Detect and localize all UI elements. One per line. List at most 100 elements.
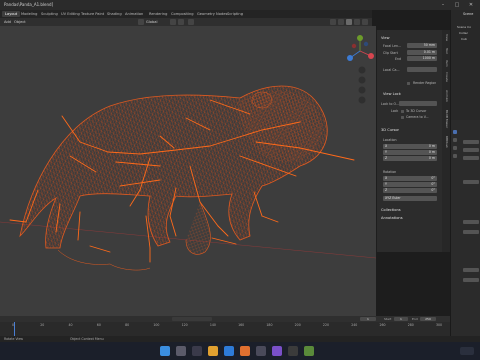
outliner-item-scene-collection[interactable]: Scene Co	[457, 25, 471, 29]
app-icon[interactable]	[256, 346, 266, 356]
minimize-icon[interactable]: –	[436, 1, 450, 9]
cursor-rotation-y[interactable]: Y 0°	[383, 182, 437, 187]
properties-tab-icon[interactable]	[453, 154, 457, 158]
location-z-axis: Z	[385, 156, 388, 160]
focal-length-field[interactable]: 50 mm	[407, 43, 437, 48]
to-3d-cursor-checkbox[interactable]	[401, 110, 404, 113]
property-field[interactable]	[463, 140, 479, 144]
panda-mesh[interactable]	[19, 85, 328, 271]
maximize-icon[interactable]: □	[450, 1, 464, 9]
timeline[interactable]: 0 20 40 60 80 100 120 140 160 180 200 220 240 260 280 3…	[0, 322, 450, 336]
annotations-header[interactable]: Annotations	[381, 216, 403, 220]
app-icon[interactable]	[272, 346, 282, 356]
workspace-tab-modeling[interactable]: Modeling	[18, 11, 40, 17]
cursor-location-z[interactable]: Z 0 m	[383, 156, 437, 161]
outliner-item-cube[interactable]: Cub	[461, 37, 467, 41]
navigation-gizmo[interactable]	[347, 35, 374, 61]
snap-icon[interactable]	[178, 19, 184, 25]
property-field[interactable]	[463, 180, 479, 184]
clip-end-field[interactable]: 1000 m	[407, 56, 437, 61]
cursor-location-y[interactable]: Y 0 m	[383, 150, 437, 155]
property-field[interactable]	[463, 156, 479, 160]
location-label: Location	[383, 138, 397, 142]
scene-selector[interactable]: Scene	[463, 12, 473, 16]
sidebar-tab-animlib[interactable]: AnimLib	[443, 90, 449, 102]
timeline-tick-label: 100	[153, 323, 160, 327]
app-icon[interactable]	[304, 346, 314, 356]
workspace-tab-rendering[interactable]: Rendering	[146, 11, 170, 17]
render-region-checkbox[interactable]	[407, 82, 410, 85]
solid-shading-icon[interactable]	[354, 19, 360, 25]
workspace-tab-texture-paint[interactable]: Texture Paint	[78, 11, 107, 17]
search-icon[interactable]	[176, 346, 186, 356]
overlay-icon[interactable]	[330, 19, 336, 25]
focal-length-label: Focal Len...	[383, 44, 402, 48]
3d-viewport[interactable]	[0, 26, 376, 316]
view-lock-header[interactable]: View Lock	[383, 92, 401, 96]
current-frame-field[interactable]: 1	[360, 317, 376, 321]
sidebar-tab-view[interactable]: View	[443, 34, 449, 41]
sidebar-tab-create[interactable]: Create	[443, 72, 449, 82]
edge-icon[interactable]	[224, 346, 234, 356]
properties-tab-icon[interactable]	[453, 146, 457, 150]
workspace-tab-compositing[interactable]: Compositing	[168, 11, 197, 17]
close-icon[interactable]: ✕	[464, 1, 478, 9]
viewport-nav-buttons[interactable]	[358, 66, 366, 104]
sidebar-tab-rbdlab[interactable]: RBDLab	[443, 136, 449, 148]
rotation-x-value: 0°	[431, 176, 435, 180]
timeline-tick-label: 80	[125, 323, 130, 327]
playback-controls[interactable]	[172, 317, 212, 321]
menu-add[interactable]: Add	[4, 19, 11, 25]
property-field[interactable]	[463, 268, 479, 272]
sidebar-tab-blob-maker[interactable]: BLOB Maker	[443, 110, 449, 128]
pivot-icon[interactable]	[170, 19, 176, 25]
property-field[interactable]	[463, 148, 479, 152]
system-tray-icon[interactable]	[460, 347, 474, 355]
blender-icon[interactable]	[240, 346, 250, 356]
sidebar-tab-item[interactable]: Item	[443, 60, 449, 67]
collections-header[interactable]: Collections	[381, 208, 401, 212]
local-camera-label: Local Ca...	[383, 68, 400, 72]
lock-to-object-field[interactable]	[399, 101, 437, 106]
task-view-icon[interactable]	[192, 346, 202, 356]
properties-tab-icon[interactable]	[453, 138, 457, 142]
playhead[interactable]	[14, 322, 15, 336]
outliner-item-collection[interactable]: Collec	[459, 31, 468, 35]
menu-object[interactable]: Object	[14, 19, 26, 25]
end-frame-field[interactable]: 250	[420, 317, 436, 321]
material-shading-icon[interactable]	[362, 19, 368, 25]
sidebar-tab-tool[interactable]: Tool	[443, 48, 449, 54]
camera-to-view-checkbox[interactable]	[401, 116, 404, 119]
location-x-value: 0 m	[428, 144, 435, 148]
rotation-mode-dropdown[interactable]: XYZ Euler	[383, 196, 437, 201]
clip-start-field[interactable]: 0.01 m	[407, 50, 437, 55]
local-camera-field[interactable]	[407, 67, 437, 72]
property-field[interactable]	[463, 220, 479, 224]
workspace-tab-scripting[interactable]: Scripting	[224, 11, 246, 17]
timeline-tick-label: 140	[209, 323, 216, 327]
transform-orientation-icon[interactable]	[138, 19, 144, 25]
workspace-tab-animation[interactable]: Animation	[122, 11, 146, 17]
timeline-tick-label: 60	[96, 323, 101, 327]
view-section-header[interactable]: View	[381, 36, 390, 40]
lock-label: Lock	[391, 109, 399, 113]
location-y-value: 0 m	[428, 150, 435, 154]
blender-window: Pandas\Panda_A1.blend] – □ ✕ Layout Model…	[0, 0, 480, 360]
orientation-dropdown[interactable]: Global	[146, 19, 157, 25]
timeline-tick-label: 300	[436, 323, 443, 327]
property-field[interactable]	[463, 278, 479, 282]
file-explorer-icon[interactable]	[208, 346, 218, 356]
3d-cursor-header[interactable]: 3D Cursor	[381, 128, 399, 132]
property-field[interactable]	[463, 230, 479, 234]
scene-canvas[interactable]	[0, 26, 376, 316]
start-menu-icon[interactable]	[160, 346, 170, 356]
proportional-edit-icon[interactable]	[188, 19, 194, 25]
cursor-rotation-x[interactable]: X 0°	[383, 176, 437, 181]
cursor-location-x[interactable]: X 0 m	[383, 144, 437, 149]
start-frame-field[interactable]: 1	[394, 317, 408, 321]
properties-tab-icon[interactable]	[453, 130, 457, 134]
wireframe-shading-icon[interactable]	[346, 19, 352, 25]
app-icon[interactable]	[288, 346, 298, 356]
cursor-rotation-z[interactable]: Z 0°	[383, 188, 437, 193]
xray-icon[interactable]	[338, 19, 344, 25]
